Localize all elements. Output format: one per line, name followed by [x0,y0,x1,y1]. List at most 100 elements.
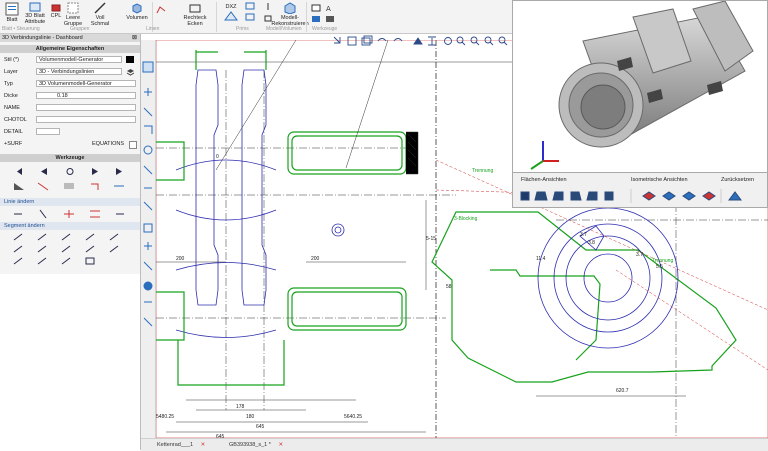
section-tools: Werkzeuge [0,154,140,162]
text-icon: A [326,5,334,22]
annotation-label: Trennung [652,258,673,264]
cpl-label: CPL [50,13,62,19]
svg-text:A: A [326,5,331,13]
close-icon[interactable]: ✕ [278,442,283,448]
dxz-button[interactable]: DXZ [220,4,242,23]
3d-model-render[interactable] [513,0,767,173]
surf-label: +SURF [4,141,23,147]
field-label: CHOTOL [4,117,27,123]
field-label: Layer [4,69,18,75]
group-label-gruppen: Gruppen [70,26,90,32]
vertical-toolbar [141,40,156,440]
field-label: Stil (*) [4,57,19,63]
view-buttons[interactable] [519,189,765,203]
field-label: Typ [4,81,13,87]
grid-tool-button[interactable] [244,2,256,25]
vertical-tool-icons[interactable] [141,40,155,440]
dim-label: 3.7 [580,232,587,238]
tab-kettenrad[interactable]: Kettenrad___1 ✕ [145,440,227,450]
dim-label: 11.4 [536,256,546,262]
dim-label: 180 [246,414,255,420]
detail-field[interactable] [36,128,60,135]
group-label-blatt: Blatt • Steuerung [2,26,40,32]
sheet-3d-icon [29,2,41,12]
ribbon-separator [216,2,217,32]
dicke-field[interactable]: 0.18 [36,92,136,99]
blatt-label: Blatt [6,17,18,23]
dim-label: 178 [236,404,245,410]
rechteck-ecken-label: Rechteck Ecken [183,15,207,27]
panel-title: 3D Verbindungslinie - Dashboard [0,34,140,42]
tool-buttons[interactable] [12,166,132,194]
annotation-label: Trennung [472,168,493,174]
field-label: NAME [4,105,20,111]
checkbox-tool-button[interactable] [310,4,322,27]
color-swatch[interactable] [126,56,134,63]
polyline-icon [156,6,166,14]
group-label-prims: Prims [236,26,249,32]
plane-icon [224,11,238,21]
modell-rekonstruieren-button[interactable]: Modell-Rekonstruieren [270,2,310,27]
dim-label: 5640.25 [344,414,362,420]
layers-icon[interactable] [126,68,135,76]
section-segment: Segment ändern [0,222,140,230]
canvas-toolbar [330,35,512,47]
dxz-label: DXZ [225,4,237,10]
rechteck-ecken-button[interactable]: Rechteck Ecken [178,2,212,27]
left-panel-empty [0,274,141,450]
dim-label: 5480.25 [156,414,174,420]
text-tool-button[interactable]: A [324,4,336,27]
line-tool-buttons[interactable] [12,208,132,222]
blatt-button[interactable]: Blatt [2,2,22,23]
chotol-field[interactable] [36,116,136,123]
line-icon [94,2,106,14]
3d-view-toolbar: Flächen-Ansichten Isometrische Ansichten… [512,172,768,208]
segment-tool-buttons[interactable] [12,232,136,268]
close-icon[interactable]: ✕ [201,442,206,448]
group-label-linien: Linien [146,26,160,32]
equations-label: EQUATIONS [92,141,124,147]
rectangle-icon [189,4,201,13]
name-field[interactable] [36,104,136,111]
tab-label: Kettenrad___1 [157,442,194,448]
volumen-label: Volumen [126,15,148,21]
dim-label: 58 [446,284,452,290]
dim-label: 620.7 [616,388,629,394]
checkbox-icon [311,4,321,22]
pin-icon[interactable]: ⊠ [132,34,137,41]
annotation-label: 3-Blocking [454,216,478,222]
dim-label: 5.5 [656,264,663,270]
field-label: DETAIL [4,129,23,135]
volume-icon [132,3,142,14]
equations-checkbox[interactable] [129,141,137,149]
voll-schmal-button[interactable]: Voll Schmal [88,2,112,27]
group-label-modell: Modell/Volumen [266,26,302,32]
model-icon [284,2,296,14]
group-label-werkzeuge: Werkzeuge [312,26,338,32]
dim-label: 200 [311,256,320,262]
typ-select[interactable]: 3D Volumenmodell-Generator [36,80,136,87]
dim-label: 200 [176,256,185,262]
canvas-tool-icons[interactable] [330,35,512,47]
sheet-icon [5,2,19,16]
grid-icon [245,2,255,21]
dim-label: 3.8 [588,240,595,246]
leere-gruppe-button[interactable]: Leere Gruppe [62,2,84,27]
3d-blatt-attribute-button[interactable]: 3D Blatt Attribute [22,2,48,25]
polyline-button[interactable] [156,4,166,15]
dim-label: 5-15 [426,236,436,242]
layer-select[interactable]: 3D - Verbindungslinien [36,68,122,75]
iso-views-label: Isometrische Ansichten [631,177,688,183]
volumen-button[interactable]: Volumen [124,2,150,21]
3d-blatt-attribute-label: 3D Blatt Attribute [24,13,46,25]
tab-label: GB393938_s_1 * [229,442,271,448]
ribbon-separator [306,2,307,32]
stil-select[interactable]: Volumenmodell-Generator [36,56,122,63]
faces-views-label: Flächen-Ansichten [521,177,567,183]
left-panel: 3D Verbindungslinie - Dashboard ⊠ Allgem… [0,34,141,274]
dim-label: 0 [216,154,219,160]
tab-gb393938[interactable]: GB393938_s_1 * ✕ [217,440,319,450]
field-label: Dicke [4,93,18,99]
document-tabs: Kettenrad___1 ✕ GB393938_s_1 * ✕ [141,438,768,451]
cpl-icon [51,4,61,12]
